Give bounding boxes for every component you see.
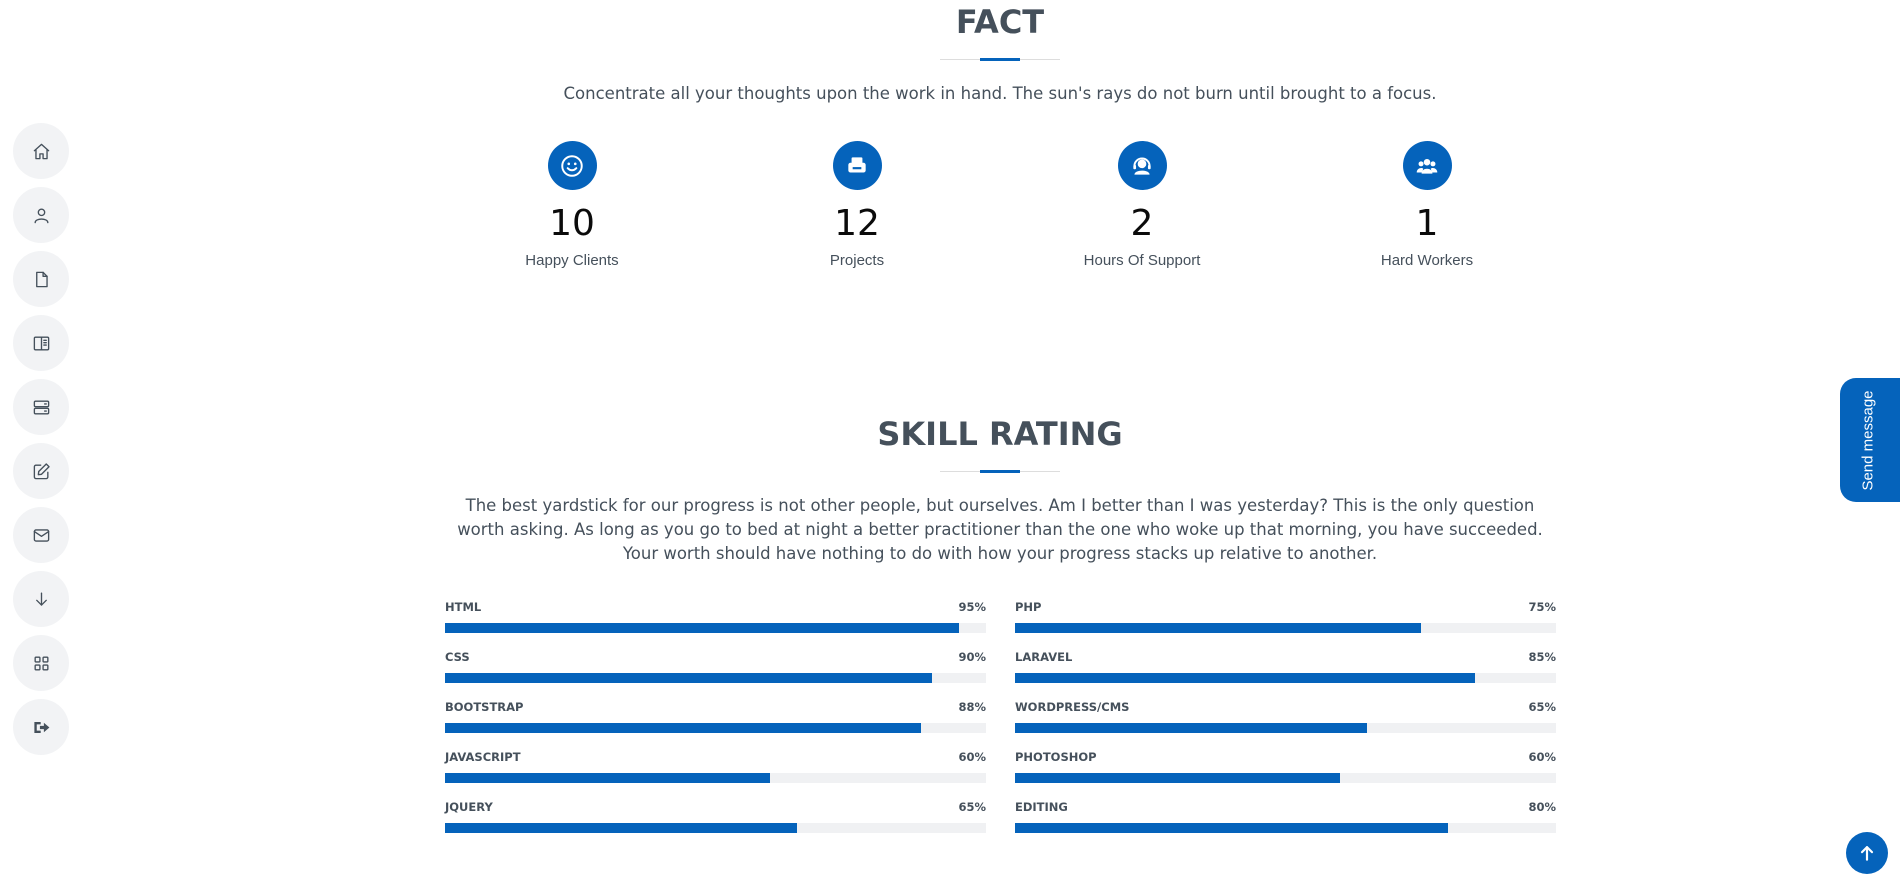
skill-row: PHOTOSHOP 60% [1015,750,1556,794]
skill-progress-fill [445,773,770,783]
skill-progress-fill [1015,723,1367,733]
skills-title-accent [980,470,1020,473]
skill-name: JQUERY [445,800,493,814]
send-message-button[interactable]: Send message [1840,378,1900,502]
fact-value: 12 [834,203,880,244]
nav-home-button[interactable] [13,123,69,179]
skill-progress-track [1015,623,1556,633]
fact-projects: 12 Projects [737,141,977,269]
nav-contact-button[interactable] [13,507,69,563]
pencil-square-icon [33,462,50,479]
server-icon [33,399,49,415]
skill-progress-track [1015,773,1556,783]
smile-icon [547,141,597,190]
skill-progress-fill [445,723,922,733]
sign-out-icon [33,721,49,733]
skill-name: PHP [1015,600,1042,614]
skill-name: LARAVEL [1015,650,1073,664]
arrow-down-icon [35,591,47,606]
skill-progress-fill [1015,673,1475,683]
skill-percent: 85% [1528,650,1556,664]
skill-percent: 80% [1528,800,1556,814]
fact-label: Happy Clients [525,252,619,269]
skill-percent: 75% [1528,600,1556,614]
skills-description: The best yardstick for our progress is n… [457,496,1543,563]
skill-name: HTML [445,600,482,614]
fact-title: FACT [955,3,1045,41]
fact-value: 2 [1130,203,1154,244]
skill-progress-fill [445,623,959,633]
nav-portfolio-button[interactable] [13,315,69,371]
nav-logout-button[interactable] [13,699,69,755]
skill-percent: 60% [958,750,986,764]
skill-progress-track [445,823,986,833]
skill-row: WORDPRESS/CMS 65% [1015,700,1556,744]
skill-progress-fill [445,673,932,683]
fact-label: Hard Workers [1380,252,1474,269]
skill-row: JQUERY 65% [445,800,986,844]
printer-icon [832,141,882,190]
fact-hard-workers: 1 Hard Workers [1307,141,1547,269]
fact-hours-of-support: 2 Hours Of Support [1022,141,1262,269]
fact-value: 10 [549,203,595,244]
skill-percent: 90% [958,650,986,664]
book-half-icon [33,335,49,351]
skill-row: JAVASCRIPT 60% [445,750,986,794]
skills-title: SKILL RATING [877,415,1123,453]
nav-resume-button[interactable] [13,251,69,307]
nav-apps-button[interactable] [13,635,69,691]
skill-progress-track [445,673,986,683]
skill-progress-track [1015,673,1556,683]
back-to-top-button[interactable] [1846,832,1888,874]
grid-icon [33,655,49,671]
skill-name: PHOTOSHOP [1015,750,1097,764]
fact-happy-clients: 10 Happy Clients [452,141,692,269]
fact-description: Concentrate all your thoughts upon the w… [563,84,1437,103]
skill-progress-track [1015,823,1556,833]
envelope-icon [33,528,49,542]
skill-progress-fill [1015,823,1448,833]
skill-row: BOOTSTRAP 88% [445,700,986,744]
skill-name: WORDPRESS/CMS [1015,700,1130,714]
skill-name: JAVASCRIPT [445,750,521,764]
file-icon [35,271,48,287]
person-icon [33,207,49,223]
skill-row: HTML 95% [445,600,986,644]
nav-about-button[interactable] [13,187,69,243]
skill-percent: 95% [958,600,986,614]
skill-percent: 88% [958,700,986,714]
skill-row: PHP 75% [1015,600,1556,644]
skill-row: LARAVEL 85% [1015,650,1556,694]
arrow-up-icon [1860,846,1874,861]
fact-title-accent [980,58,1020,61]
skill-percent: 65% [1528,700,1556,714]
skill-row: EDITING 80% [1015,800,1556,844]
skill-row: CSS 90% [445,650,986,694]
skill-name: EDITING [1015,800,1068,814]
skill-progress-fill [445,823,797,833]
send-message-label: Send message [1859,389,1877,491]
skill-progress-track [1015,723,1556,733]
fact-label: Hours Of Support [1083,252,1201,269]
skill-progress-track [445,723,986,733]
fact-value: 1 [1415,203,1439,244]
skill-progress-fill [1015,773,1340,783]
people-icon [1402,141,1452,190]
skill-progress-track [445,623,986,633]
skill-percent: 65% [958,800,986,814]
nav-download-button[interactable] [13,571,69,627]
skill-progress-track [445,773,986,783]
skill-percent: 60% [1528,750,1556,764]
skill-progress-fill [1015,623,1421,633]
skill-name: BOOTSTRAP [445,700,524,714]
fact-label: Projects [829,252,885,269]
headset-icon [1117,141,1167,190]
skill-name: CSS [445,650,470,664]
home-icon [33,143,49,159]
